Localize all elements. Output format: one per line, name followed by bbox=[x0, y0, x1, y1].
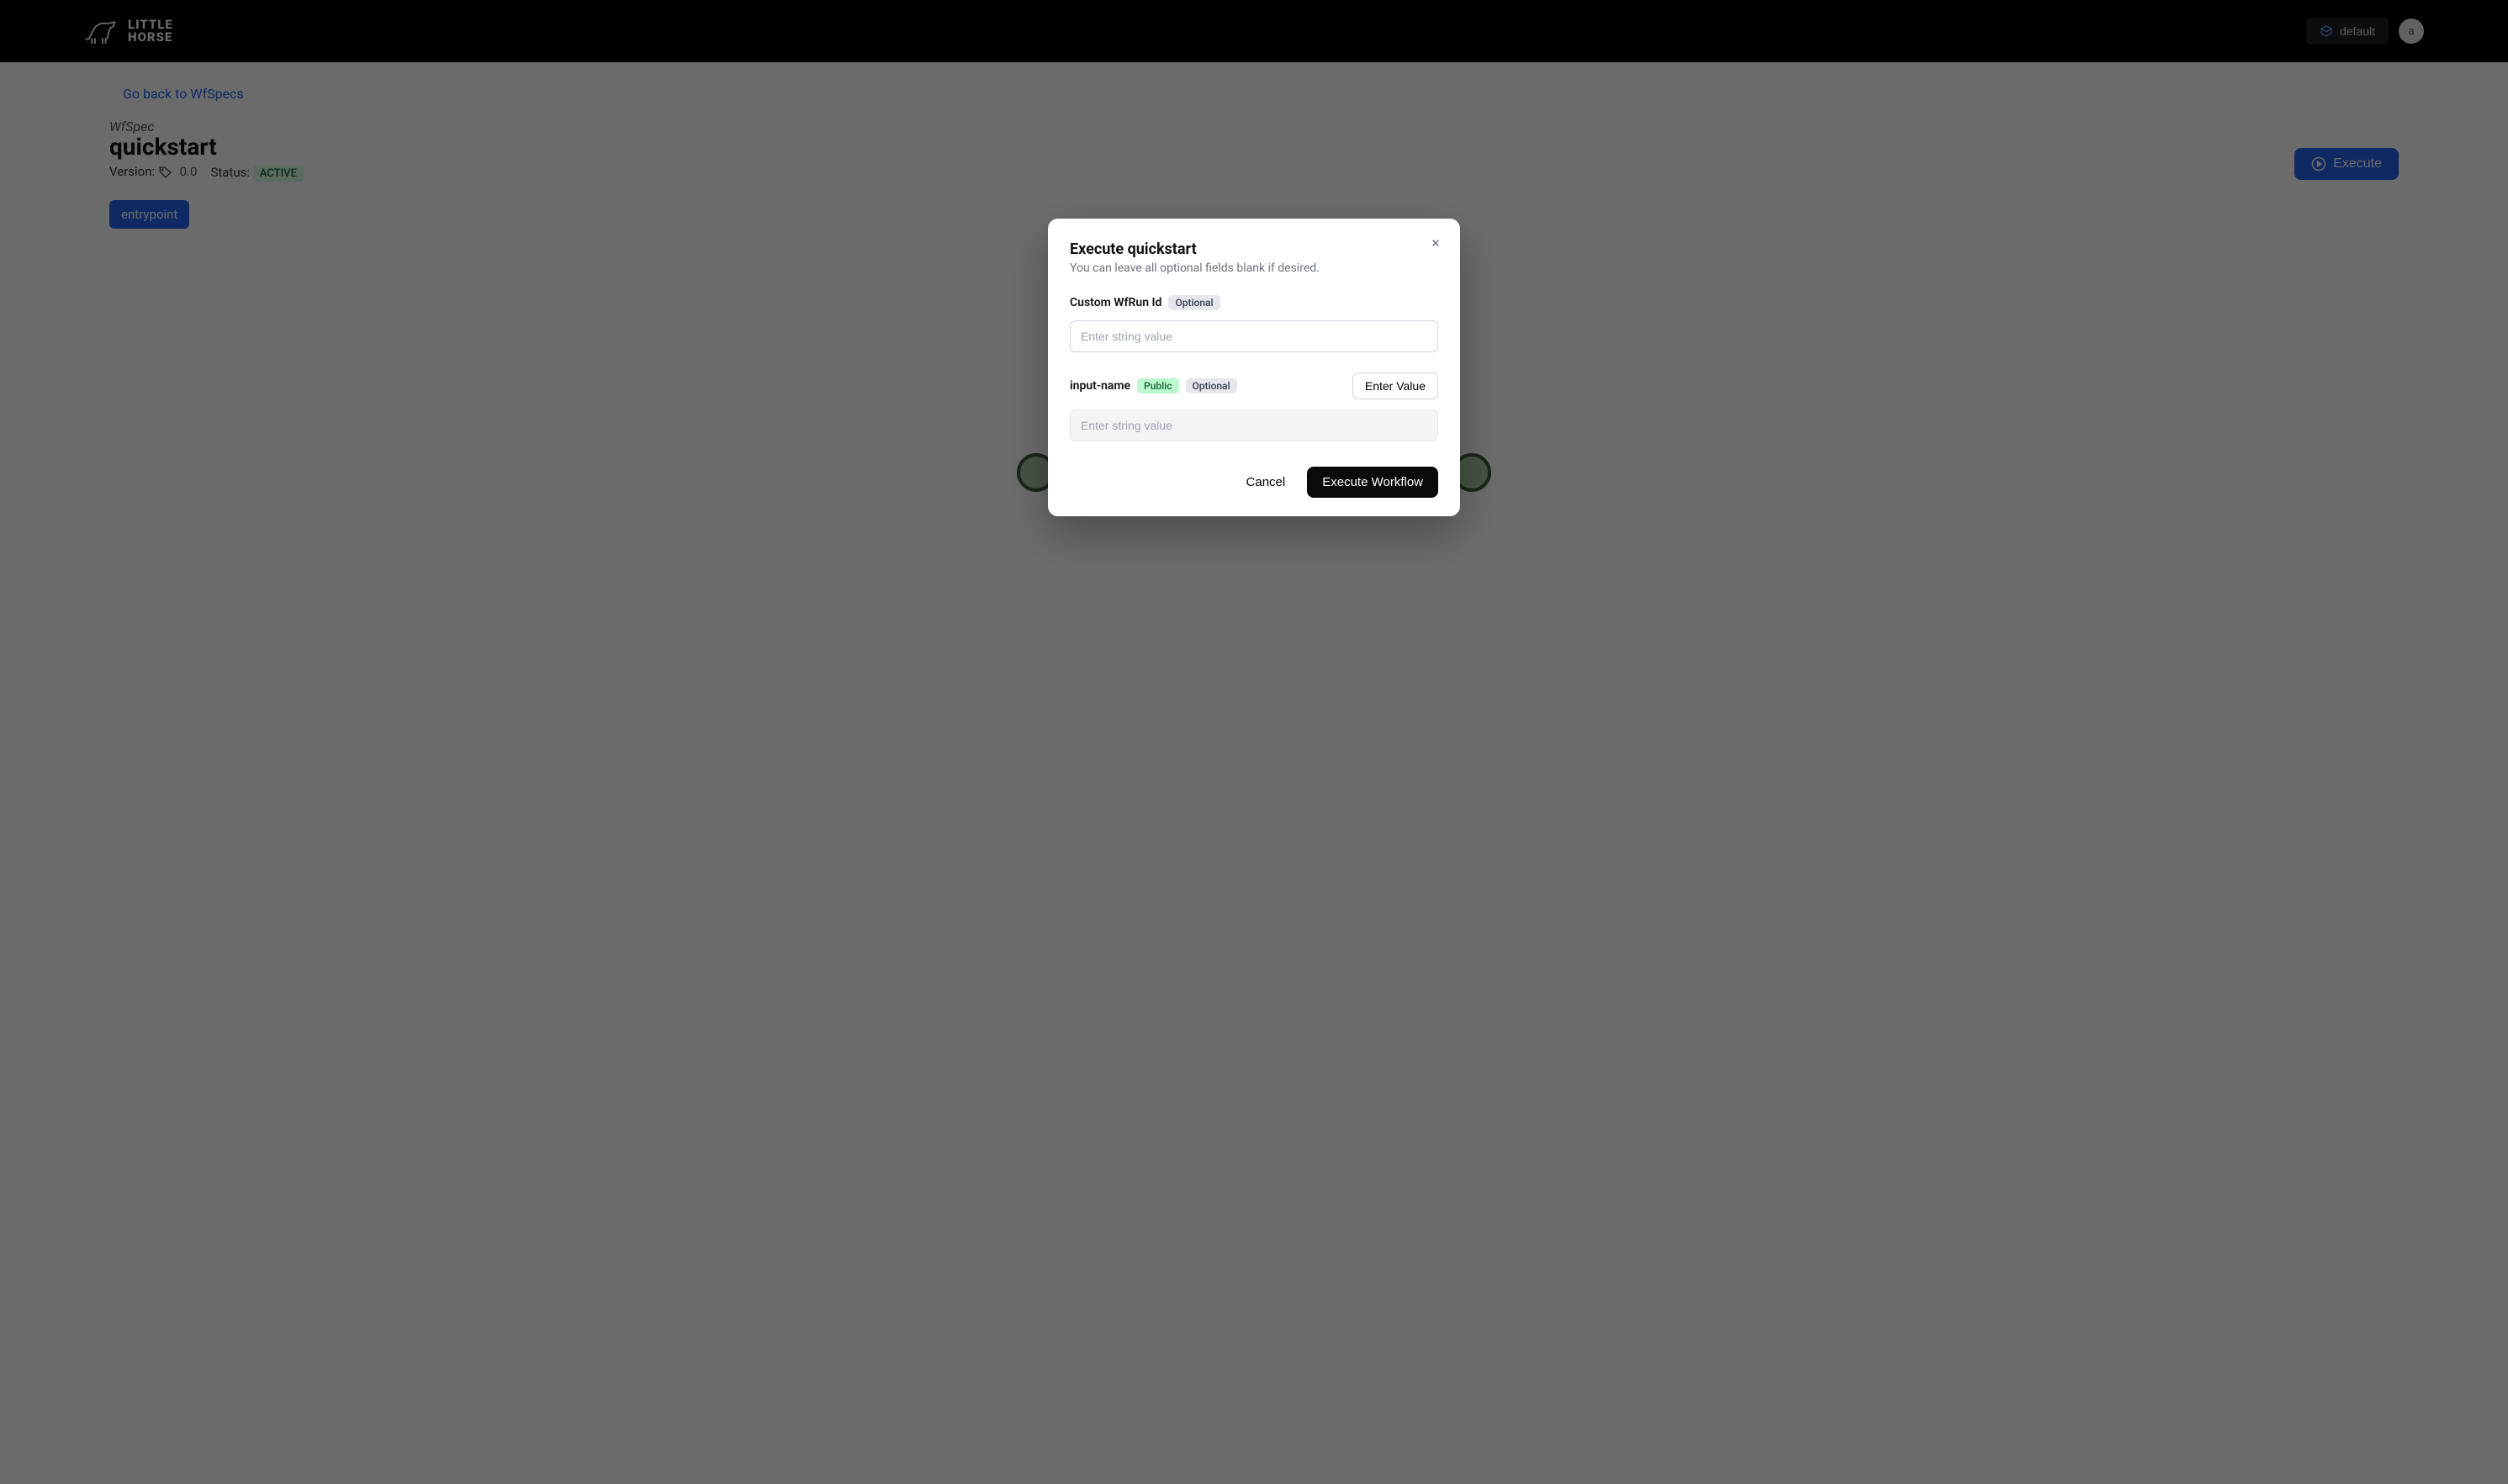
field2-public-badge: Public bbox=[1137, 378, 1178, 393]
modal-close-button[interactable] bbox=[1426, 234, 1445, 256]
execute-modal: Execute quickstart You can leave all opt… bbox=[1048, 219, 1460, 516]
input-name-input bbox=[1070, 409, 1438, 441]
custom-wfrun-id-input[interactable] bbox=[1070, 320, 1438, 352]
field-custom-wfrun-id: Custom WfRun Id Optional bbox=[1070, 295, 1438, 352]
field2-optional-badge: Optional bbox=[1186, 378, 1237, 393]
cancel-button[interactable]: Cancel bbox=[1243, 468, 1289, 496]
modal-subtitle: You can leave all optional fields blank … bbox=[1070, 261, 1438, 275]
field1-label: Custom WfRun Id bbox=[1070, 296, 1161, 309]
field1-optional-badge: Optional bbox=[1168, 295, 1220, 310]
field2-label: input-name bbox=[1070, 379, 1130, 393]
modal-overlay[interactable]: Execute quickstart You can leave all opt… bbox=[0, 0, 2508, 1484]
enter-value-button[interactable]: Enter Value bbox=[1352, 372, 1438, 399]
modal-title: Execute quickstart bbox=[1070, 240, 1438, 258]
close-icon bbox=[1430, 237, 1442, 249]
execute-workflow-button[interactable]: Execute Workflow bbox=[1307, 467, 1438, 498]
field-input-name: input-name Public Optional Enter Value bbox=[1070, 372, 1438, 441]
